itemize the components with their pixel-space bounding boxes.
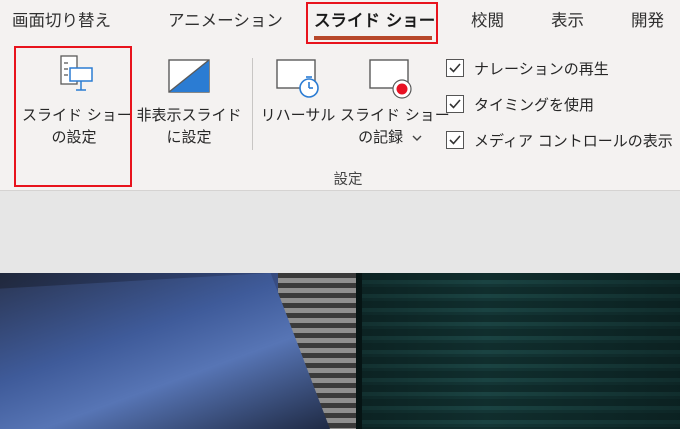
slide-photo-left	[0, 273, 360, 429]
tab-review[interactable]: 校閲	[471, 7, 504, 31]
tab-developer[interactable]: 開発	[631, 7, 664, 31]
record-slideshow-button[interactable]: スライド ショー の記録	[340, 50, 450, 160]
use-timings-label: タイミングを使用	[474, 96, 595, 114]
checkmark-icon	[449, 135, 461, 145]
rehearse-timings-button[interactable]: リハーサル	[258, 50, 338, 160]
rehearse-timings-label: リハーサル	[260, 106, 336, 124]
tab-animations[interactable]: アニメーション	[168, 7, 283, 31]
record-slideshow-label-line1: スライド ショー	[340, 106, 450, 124]
hide-slide-button[interactable]: 非表示スライド に設定	[134, 50, 244, 160]
tab-transitions[interactable]: 画面切り替え	[12, 7, 111, 31]
chevron-down-icon[interactable]	[412, 134, 422, 142]
hide-slide-icon	[168, 59, 210, 93]
record-slideshow-icon	[369, 59, 412, 99]
tab-view[interactable]: 表示	[551, 7, 584, 31]
play-narrations-checkbox[interactable]	[446, 59, 464, 77]
highlight-box-setup-button	[14, 46, 132, 187]
slide-photo-right	[356, 273, 680, 429]
record-slideshow-label-text: の記録	[358, 128, 404, 146]
blind-shade	[356, 273, 680, 429]
group-separator	[252, 58, 253, 150]
show-media-controls-checkbox[interactable]	[446, 131, 464, 149]
rehearse-timings-icon	[276, 59, 319, 98]
checkmark-icon	[449, 99, 461, 109]
checkmark-icon	[449, 63, 461, 73]
use-timings-checkbox[interactable]	[446, 95, 464, 113]
play-narrations-label: ナレーションの再生	[474, 60, 609, 78]
hide-slide-label-line2: に設定	[166, 128, 212, 146]
group-label-setup: 設定	[333, 172, 363, 188]
highlight-box-tab	[306, 2, 438, 44]
hide-slide-label-line1: 非表示スライド	[136, 106, 242, 124]
window-frame	[356, 273, 362, 429]
show-media-controls-label: メディア コントロールの表示	[474, 132, 673, 150]
record-slideshow-label-line2: の記録	[340, 126, 440, 148]
slide-preview	[0, 273, 680, 429]
